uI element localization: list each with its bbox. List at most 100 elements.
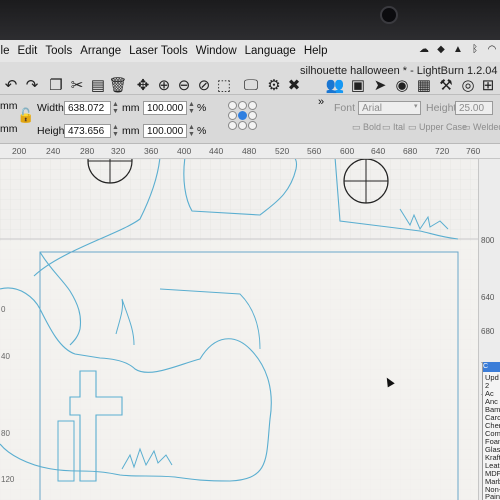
height-field[interactable]: 473.656 (64, 124, 111, 138)
font-select[interactable]: Arial (358, 101, 421, 115)
screen: ile Edit Tools Arrange Laser Tools Windo… (0, 40, 500, 500)
pointer-icon[interactable]: ➤ (370, 76, 390, 96)
camera-icon[interactable]: ▣ (348, 76, 368, 96)
menu-window[interactable]: Window (196, 45, 245, 57)
menu-laser-tools[interactable]: Laser Tools (129, 45, 196, 57)
panel-header[interactable]: C (483, 362, 500, 372)
menu-tools[interactable]: Tools (45, 45, 80, 57)
webcam (380, 6, 398, 24)
menu-language[interactable]: Language (245, 45, 304, 57)
users-icon[interactable]: 👥 (325, 76, 345, 96)
wifi-icon[interactable]: ◠ (486, 44, 498, 56)
ruler-tick-label: 200 (12, 146, 27, 156)
ruler-tick-label: 680 (481, 327, 495, 336)
text-height-field[interactable]: 25.00 (455, 101, 493, 115)
paste-icon[interactable]: ▤ (88, 76, 108, 96)
scale-width-percent: % (197, 102, 207, 114)
redo-icon[interactable]: ↷ (22, 76, 42, 96)
x-unit: mm (0, 100, 18, 112)
cut-icon[interactable]: ✂ (67, 76, 87, 96)
upper-case-checkbox[interactable]: ▭ Upper Case (408, 122, 467, 133)
menu-file[interactable]: ile (0, 45, 18, 57)
menu-arrange[interactable]: Arrange (80, 45, 129, 57)
select-frame-icon[interactable]: ⬚ (214, 76, 234, 96)
welded-checkbox[interactable]: ▭ Welded (462, 122, 500, 133)
italic-checkbox[interactable]: ▭ Ital (382, 122, 405, 133)
bold-label: Bold (363, 122, 382, 132)
list-item[interactable]: Painted A (485, 492, 500, 500)
ruler-tick-label: 240 (46, 146, 61, 156)
delete-icon[interactable]: 🗑 (108, 76, 128, 96)
ruler-tick-label: 480 (242, 146, 257, 156)
grid-icon[interactable]: ▦ (414, 76, 434, 96)
upper-case-label: Upper Case (419, 122, 468, 132)
design-canvas[interactable] (0, 159, 478, 500)
zoom-in-icon[interactable]: ⊕ (154, 76, 174, 96)
numeric-edits-toolbar: mm mm 🔓 Width 638.072 ▲ ▼ mm Height 473.6… (0, 95, 500, 144)
undo-icon[interactable]: ↶ (1, 76, 21, 96)
zoom-out-icon[interactable]: ⊖ (174, 76, 194, 96)
tools-icon[interactable]: ✖ (284, 76, 304, 96)
width-unit: mm (122, 102, 140, 114)
ruler-top: 200 240 280 320 360 400 440 480 520 560 … (0, 144, 500, 159)
wrench-icon[interactable]: ⚒ (436, 76, 456, 96)
ruler-tick-label: 680 (403, 146, 418, 156)
width-stepper[interactable]: ▲ ▼ (112, 101, 119, 115)
status-icons: ☁ ◆ ▲ ᛒ ◠ (418, 44, 498, 56)
menu-help[interactable]: Help (304, 45, 336, 57)
ruler-tick-label: 80 (1, 429, 10, 438)
move-icon[interactable]: ✥ (133, 76, 153, 96)
menu-bar: ile Edit Tools Arrange Laser Tools Windo… (0, 40, 500, 63)
height-stepper[interactable]: ▲ ▼ (112, 124, 119, 138)
video-icon[interactable]: ◉ (392, 76, 412, 96)
italic-label: Ital (393, 122, 406, 132)
y-unit: mm (0, 123, 18, 135)
font-label: Font (334, 102, 356, 114)
ruler-tick-label: 720 (435, 146, 450, 156)
copy-icon[interactable]: ❐ (46, 76, 66, 96)
origin-node-grid[interactable] (228, 101, 257, 130)
material-library-panel: C Upd 2 Ac Anc Bam Carc Cher Comp Foam G… (482, 362, 500, 500)
toolbar-expand-icon[interactable]: » (318, 96, 324, 108)
ruler-left: 0 40 80 120 (0, 159, 14, 500)
settings-icon[interactable]: ⚙ (264, 76, 284, 96)
monitor-icon[interactable]: 🖵 (241, 76, 261, 96)
ruler-tick-label: 320 (111, 146, 126, 156)
scale-height-stepper[interactable]: ▲ ▼ (188, 124, 195, 138)
ruler-tick-label: 640 (481, 293, 495, 302)
zoom-fit-icon[interactable]: ⊘ (194, 76, 214, 96)
menu-edit[interactable]: Edit (18, 45, 46, 57)
ruler-tick-label: 560 (307, 146, 322, 156)
text-height-label: Height (426, 102, 457, 114)
ruler-tick-label: 760 (466, 146, 481, 156)
width-label: Width (37, 102, 64, 114)
scan-icon[interactable]: ⊞ (478, 76, 498, 96)
ruler-tick-label: 400 (177, 146, 192, 156)
scale-height-field[interactable]: 100.000 (143, 124, 187, 138)
ruler-tick-label: 440 (209, 146, 224, 156)
height-label: Height (37, 125, 68, 137)
ruler-tick-label: 40 (1, 352, 10, 361)
scale-height-percent: % (197, 125, 207, 137)
adobe-icon[interactable]: ▲ (452, 44, 464, 56)
ruler-tick-label: 640 (371, 146, 386, 156)
width-field[interactable]: 638.072 (64, 101, 111, 115)
bluetooth-icon[interactable]: ᛒ (469, 44, 481, 56)
ruler-tick-label: 360 (144, 146, 159, 156)
monitor-bezel (0, 0, 500, 40)
ruler-tick-label: 120 (1, 475, 15, 484)
cloud-icon[interactable]: ☁ (418, 44, 430, 56)
bold-checkbox[interactable]: ▭ Bold (352, 122, 381, 133)
welded-label: Welded (473, 122, 500, 132)
chevron-down-icon: ▾ (414, 103, 418, 110)
ruler-tick-label: 520 (275, 146, 290, 156)
ruler-tick-label: 600 (340, 146, 355, 156)
node-icon[interactable]: ◎ (458, 76, 478, 96)
ruler-tick-label: 0 (1, 305, 6, 314)
scale-width-field[interactable]: 100.000 (143, 101, 187, 115)
height-unit: mm (122, 125, 140, 137)
lock-icon[interactable]: 🔓 (17, 107, 34, 124)
scale-width-stepper[interactable]: ▲ ▼ (188, 101, 195, 115)
ruler-tick-label: 280 (80, 146, 95, 156)
dropbox-icon[interactable]: ◆ (435, 44, 447, 56)
